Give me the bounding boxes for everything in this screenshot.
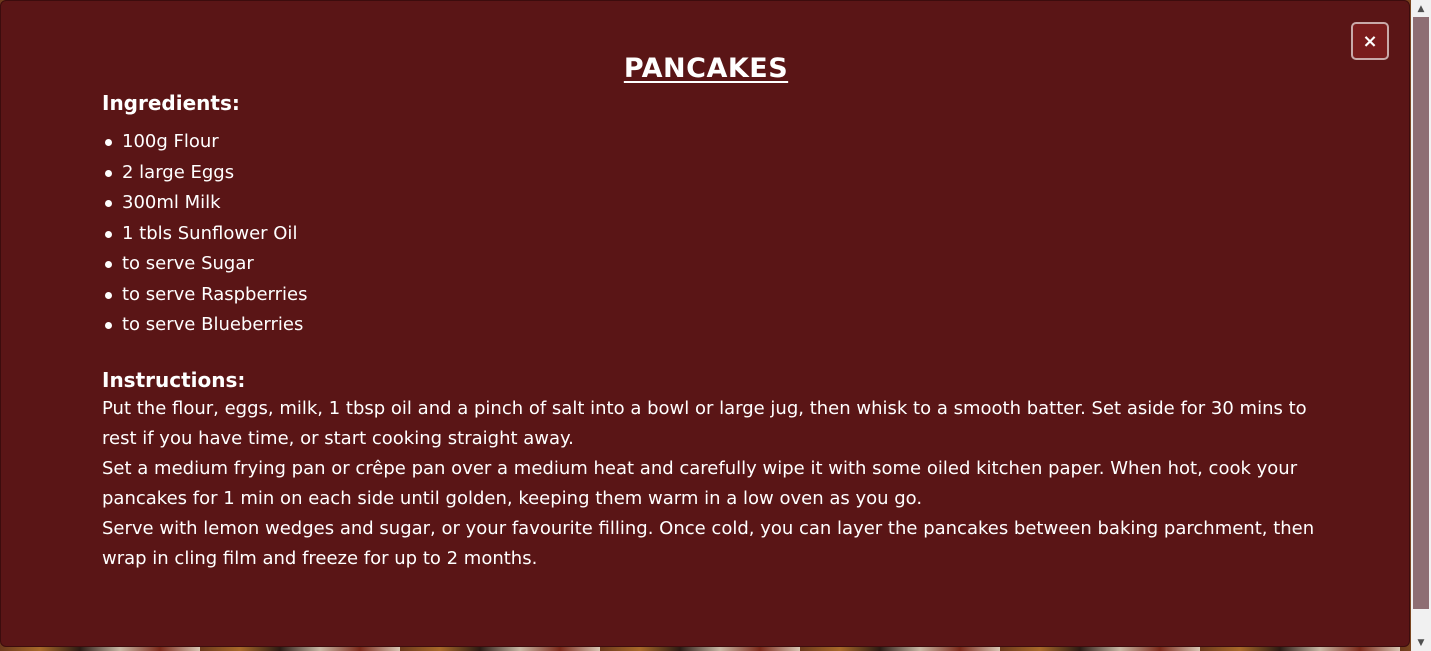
bullet-icon — [105, 139, 112, 146]
ingredients-heading: Ingredients: — [102, 91, 240, 115]
list-item: 1 tbls Sunflower Oil — [102, 219, 1322, 250]
list-item: to serve Blueberries — [102, 310, 1322, 341]
bullet-icon — [105, 169, 112, 177]
ingredient-text: 100g Flour — [122, 131, 219, 152]
scroll-down-arrow-icon[interactable]: ▼ — [1411, 634, 1431, 651]
ingredient-text: to serve Blueberries — [122, 314, 304, 335]
ingredient-text: 300ml Milk — [122, 192, 221, 213]
list-item: 300ml Milk — [102, 188, 1322, 219]
ingredient-text: to serve Sugar — [122, 253, 254, 274]
recipe-content: Ingredients: 100g Flour 2 large Eggs 300… — [102, 89, 1322, 574]
vertical-scrollbar[interactable]: ▲ ▼ — [1411, 0, 1431, 651]
recipe-title: PANCAKES — [623, 53, 789, 84]
scroll-up-arrow-icon[interactable]: ▲ — [1411, 0, 1431, 17]
list-item: to serve Raspberries — [102, 280, 1322, 311]
list-item: 100g Flour — [102, 127, 1322, 158]
bullet-icon — [105, 261, 112, 268]
bullet-icon — [105, 291, 112, 299]
instruction-paragraph: Set a medium frying pan or crêpe pan ove… — [102, 457, 1298, 509]
close-icon[interactable]: × — [1362, 31, 1377, 52]
instruction-paragraph: Serve with lemon wedges and sugar, or yo… — [102, 517, 1315, 569]
recipe-modal: × PANCAKES Ingredients: 100g Flour 2 lar… — [0, 0, 1410, 647]
list-item: 2 large Eggs — [102, 158, 1322, 189]
ingredient-text: 2 large Eggs — [122, 161, 235, 183]
ingredient-text: 1 tbls Sunflower Oil — [122, 222, 298, 244]
ingredients-list: 100g Flour 2 large Eggs 300ml Milk 1 tbl… — [102, 127, 1322, 341]
ingredient-text: to serve Raspberries — [122, 283, 308, 305]
scrollbar-thumb[interactable] — [1413, 17, 1429, 609]
bullet-icon — [105, 230, 112, 238]
list-item: to serve Sugar — [102, 249, 1322, 280]
instructions-body: Put the flour, eggs, milk, 1 tbsp oil an… — [102, 394, 1322, 574]
bullet-icon — [105, 322, 112, 329]
bullet-icon — [105, 200, 112, 207]
instructions-heading: Instructions: — [102, 367, 246, 392]
instruction-paragraph: Put the flour, eggs, milk, 1 tbsp oil an… — [102, 397, 1307, 449]
